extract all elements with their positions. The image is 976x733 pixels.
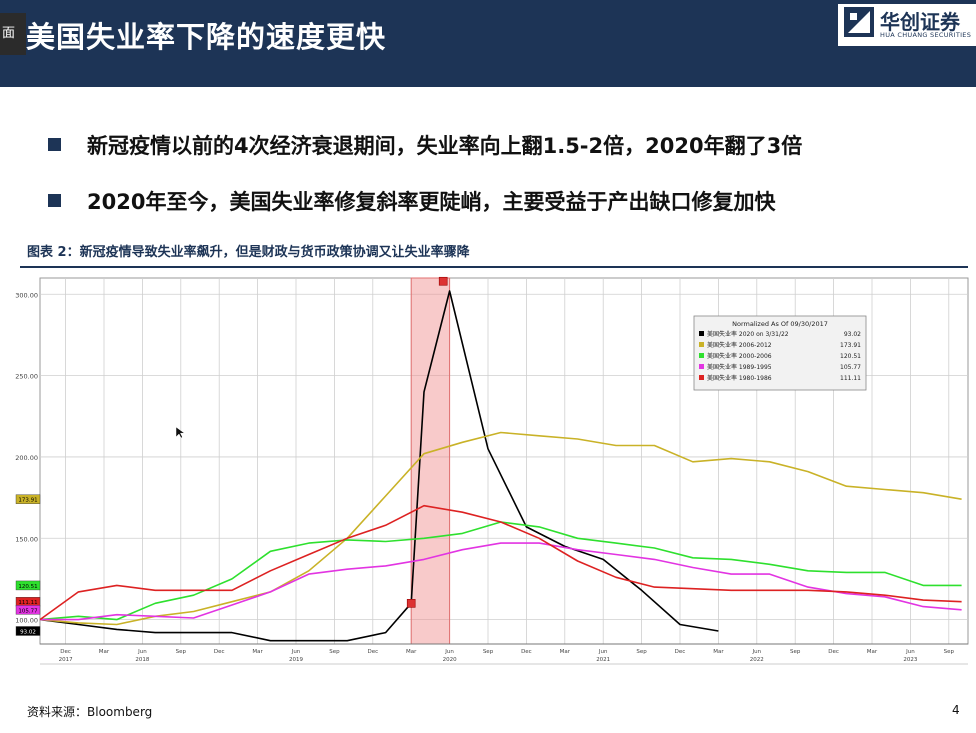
x-tick-label: Jun [905, 649, 915, 655]
y-tick-label: 100.00 [15, 617, 38, 625]
y-tick-label: 200.00 [15, 454, 38, 462]
bullet-item: 2020年至今，美国失业率修复斜率更陡峭，主要受益于产出缺口修复加快 [48, 186, 775, 216]
band-peak-marker [438, 276, 448, 286]
band-start-marker [406, 599, 416, 608]
legend-swatch [699, 353, 704, 358]
x-year-label: 2017 [59, 657, 73, 663]
x-tick-label: Mar [713, 649, 724, 655]
x-tick-label: Mar [252, 649, 263, 655]
bullet-item: 新冠疫情以前的4次经济衰退期间，失业率向上翻1.5-2倍，2020年翻了3倍 [48, 130, 802, 160]
slide-header: 面 美国失业率下降的速度更快 华创证券 HUA CHUANG SECURITIE… [0, 0, 976, 87]
series-value-tag-label: 120.51 [18, 584, 37, 590]
legend-entry-label: 美国失业率 2006-2012 [707, 341, 772, 349]
window-tab-fragment[interactable]: 面 [0, 13, 26, 55]
x-tick-label: Mar [99, 649, 110, 655]
legend-entry-label: 美国失业率 2020 on 3/31/22 [707, 330, 789, 338]
x-tick-label: Sep [944, 649, 955, 655]
page-number: 4 [952, 703, 960, 717]
company-logo: 华创证券 HUA CHUANG SECURITIES [838, 4, 976, 46]
legend-swatch [699, 375, 704, 380]
legend-swatch [699, 364, 704, 369]
y-tick-label: 300.00 [15, 291, 38, 299]
x-tick-label: Sep [176, 649, 187, 655]
y-tick-label: 250.00 [15, 373, 38, 381]
x-tick-label: Jun [444, 649, 454, 655]
x-year-label: 2018 [135, 657, 149, 663]
legend-entry-label: 美国失业率 1980-1986 [707, 374, 772, 382]
x-tick-label: Dec [828, 649, 839, 655]
x-tick-label: Sep [636, 649, 647, 655]
x-tick-label: Jun [752, 649, 762, 655]
bullet-square-icon [48, 194, 61, 207]
figure-divider [20, 266, 968, 268]
bullet-text: 2020年至今，美国失业率修复斜率更陡峭，主要受益于产出缺口修复加快 [87, 190, 776, 214]
legend-entry-value: 120.51 [840, 353, 861, 360]
figure-title: 图表 2：新冠疫情导致失业率飙升，但是财政与货币政策协调又让失业率骤降 [27, 245, 470, 260]
x-tick-label: Mar [560, 649, 571, 655]
x-year-label: 2020 [443, 657, 457, 663]
x-tick-label: Dec [521, 649, 532, 655]
slide-title: 美国失业率下降的速度更快 [26, 20, 387, 54]
legend-entry-label: 美国失业率 1989-1995 [707, 363, 772, 371]
x-tick-label: Dec [214, 649, 225, 655]
logo-english-text: HUA CHUANG SECURITIES [880, 31, 972, 39]
x-tick-label: Sep [483, 649, 494, 655]
x-year-label: 2021 [596, 657, 610, 663]
legend-entry-value: 173.91 [840, 342, 861, 349]
series-value-tag-label: 105.77 [18, 608, 38, 614]
x-tick-label: Mar [406, 649, 417, 655]
logo-mark-icon [844, 7, 874, 37]
bullet-text: 新冠疫情以前的4次经济衰退期间，失业率向上翻1.5-2倍，2020年翻了3倍 [87, 134, 803, 158]
legend-entry-value: 111.11 [840, 375, 861, 382]
x-tick-label: Dec [675, 649, 686, 655]
x-tick-label: Jun [137, 649, 147, 655]
x-year-label: 2022 [750, 657, 764, 663]
x-tick-label: Dec [367, 649, 378, 655]
x-tick-label: Jun [291, 649, 301, 655]
x-tick-label: Dec [60, 649, 71, 655]
x-tick-label: Sep [790, 649, 801, 655]
y-tick-label: 150.00 [15, 535, 38, 543]
x-tick-label: Sep [329, 649, 340, 655]
x-year-label: 2019 [289, 657, 303, 663]
legend-swatch [699, 342, 704, 347]
unemployment-line-chart: 100.00 150.00 200.00 250.00 300.00 Dec 2017 Mar… [15, 276, 969, 665]
legend-title: Normalized As Of 09/30/2017 [732, 320, 828, 328]
legend-entry-value: 105.77 [840, 364, 861, 371]
source-note: 资料来源：Bloomberg [27, 705, 153, 719]
bullet-square-icon [48, 138, 61, 151]
series-value-tag-label: 93.02 [20, 629, 36, 635]
x-tick-label: Mar [867, 649, 878, 655]
series-value-tag-label: 173.91 [18, 498, 37, 504]
x-tick-label: Jun [598, 649, 608, 655]
x-year-label: 2023 [903, 657, 917, 663]
legend-swatch [699, 331, 704, 336]
legend-entry-label: 美国失业率 2000-2006 [707, 352, 772, 360]
legend-entry-value: 93.02 [844, 331, 861, 338]
